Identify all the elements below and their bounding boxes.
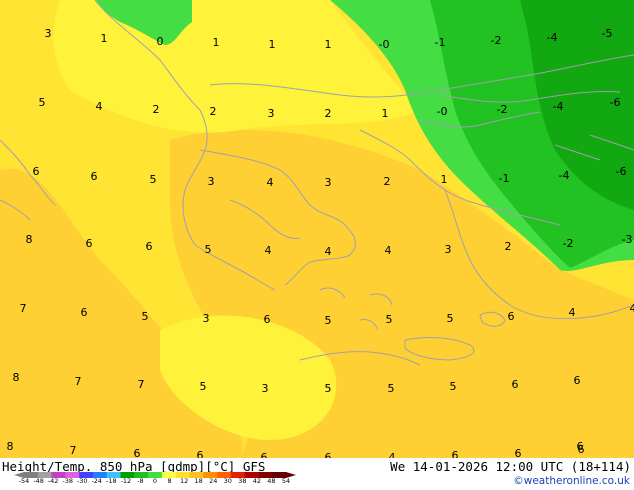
map-value-label: 4 [265,244,272,257]
map-value-label: 4 [385,244,392,257]
legend-tick-label: -38 [62,477,73,483]
legend-tick-label: -18 [106,477,117,483]
map-value-label: 3 [325,176,332,189]
map-value-label: 5 [325,382,332,395]
map-value-label: 5 [150,173,157,186]
temperature-field: 3 1 0 1 1 1 -0 -1 -2 -4 -5 5 4 2 2 3 2 1 -0 -2 -4 -6 6 6 5 3 4 3 2 1 -… [0,0,634,458]
map-value-label: 1 [441,173,448,186]
map-value-label: 3 [45,27,52,40]
map-value-label: -3 [622,233,633,246]
legend-tick-label: -8 [137,477,143,483]
map-value-label: 2 [153,103,160,116]
map-value-label: 7 [70,444,77,457]
map-value-label: 6 [91,170,98,183]
map-value-label: 2 [325,107,332,120]
map-value-label: 4 [630,302,634,315]
map-value-label: -0 [379,38,390,51]
map-value-label: 6 [134,447,141,458]
map-value-label: 6 [515,447,522,458]
map-value-label: 6 [146,240,153,253]
legend-tick-label: 54 [282,477,290,483]
map-value-label: -1 [499,172,510,185]
legend-tick-label: 42 [253,477,261,483]
map-value-label: 3 [268,107,275,120]
map-value-label: 4 [389,451,396,458]
map-value-label: 7 [138,378,145,391]
map-value-label: -5 [602,27,613,40]
legend-tick-label: -54 [19,477,30,483]
legend-tick-label: -48 [33,477,44,483]
forecast-datetime: We 14-01-2026 12:00 UTC (18+114) [390,459,631,474]
legend-tick-label: -24 [91,477,102,483]
map-value-label: 4 [96,100,103,113]
map-value-label: 6 [261,451,268,458]
map-value-label: -2 [563,237,574,250]
map-value-label: 6 [81,306,88,319]
legend-tick-label: 18 [195,477,203,483]
map-value-label: 2 [384,175,391,188]
legend-tick-label: 24 [209,477,217,483]
map-value-label: 1 [213,36,220,49]
map-value-label: -4 [547,31,558,44]
legend-tick-label: -30 [77,477,88,483]
map-value-label: 6 [86,237,93,250]
map-value-label: 1 [382,107,389,120]
map-value-label: 5 [142,310,149,323]
map-value-label: 5 [388,382,395,395]
map-value-label: 5 [39,96,46,109]
map-value-label: 6 [197,449,204,458]
map-value-label: 7 [20,302,27,315]
map-value-label: 7 [75,375,82,388]
map-value-label: 4 [325,245,332,258]
map-value-label: 3 [208,175,215,188]
map-value-label: 6 [33,165,40,178]
map-value-label: 2 [210,105,217,118]
map-value-label: 5 [386,313,393,326]
map-value-label: 8 [13,371,20,384]
map-value-label: -1 [435,36,446,49]
map-value-label: 6 [325,451,332,458]
color-legend: -54 -48 -42 -38 -30 -24 -18 -12 -8 0 8 12 18 24 30 38 42… [14,472,296,483]
map-value-label: 3 [262,382,269,395]
map-value-label: -6 [616,165,627,178]
map-value-label: 5 [200,380,207,393]
map-value-label: 6 [574,374,581,387]
map-value-label: 6 [508,310,515,323]
map-value-label: 1 [269,38,276,51]
map-value-label: 4 [267,176,274,189]
legend-tick-label: 12 [180,477,188,483]
map-value-label: 1 [325,38,332,51]
map-value-label: 6 [452,449,459,458]
map-value-label: -2 [497,103,508,116]
map-value-label: -6 [610,96,621,109]
map-value-label: 6 [577,440,584,453]
map-value-label: 5 [447,312,454,325]
legend-tick-label: 48 [267,477,275,483]
legend-tick-label: -42 [48,477,59,483]
credit-link[interactable]: ©weatheronline.co.uk [513,475,630,487]
legend-tick-label: 0 [153,477,157,483]
map-value-label: 4 [569,306,576,319]
weather-map: 3 1 0 1 1 1 -0 -1 -2 -4 -5 5 4 2 2 3 2 1 -0 -2 -4 -6 6 6 5 3 4 3 2 1 -… [0,0,634,458]
map-value-label: 8 [26,233,33,246]
map-value-label: 1 [101,32,108,45]
map-value-label: 5 [450,380,457,393]
legend-tick-label: -12 [121,477,132,483]
map-value-label: 3 [203,312,210,325]
map-value-label: 5 [325,314,332,327]
map-value-label: 2 [505,240,512,253]
map-value-label: 8 [7,440,14,453]
map-value-label: -0 [437,105,448,118]
map-value-label: 6 [512,378,519,391]
map-value-label: 5 [205,243,212,256]
legend-tick-label: 30 [224,477,232,483]
legend-tick-label: 38 [238,477,246,483]
map-value-label: 0 [157,35,164,48]
map-value-label: -4 [559,169,570,182]
map-value-label: -2 [491,34,502,47]
map-value-label: -4 [553,100,564,113]
map-value-label: 3 [445,243,452,256]
map-value-label: 6 [264,313,271,326]
legend-tick-label: 8 [167,477,171,483]
